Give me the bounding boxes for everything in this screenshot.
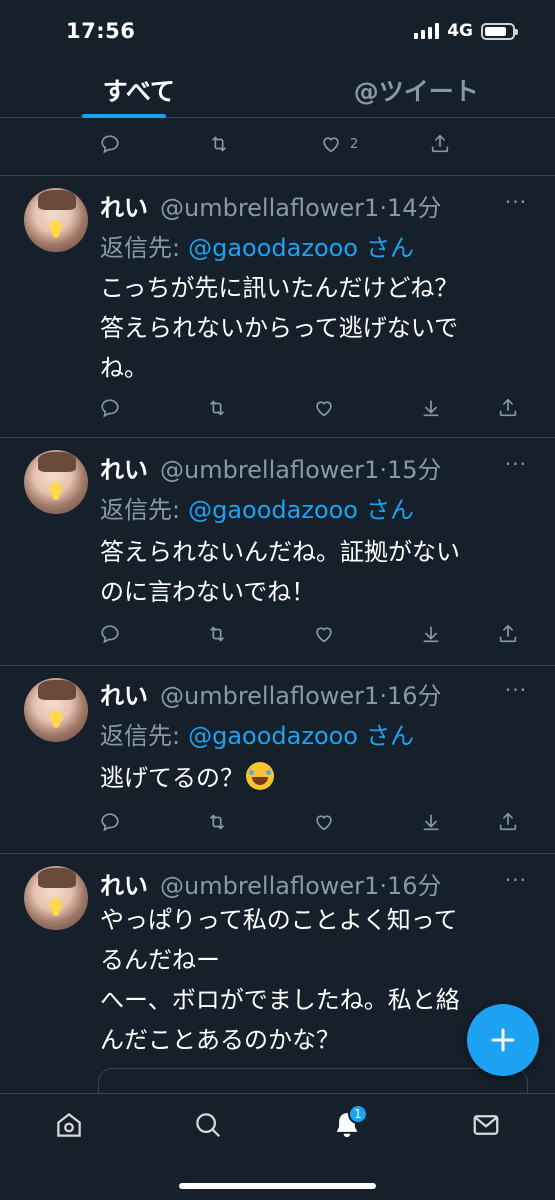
like-count: 2 bbox=[350, 136, 359, 152]
more-options-icon[interactable]: ··· bbox=[505, 678, 527, 702]
reply-icon[interactable] bbox=[99, 623, 121, 645]
home-icon bbox=[57, 1112, 81, 1137]
display-name: れい bbox=[100, 456, 148, 484]
user-handle: @umbrellaflower1 bbox=[160, 194, 380, 222]
reply-suffix: さん bbox=[366, 496, 414, 524]
like-icon bbox=[323, 137, 339, 153]
tweet-header: れい @umbrellaflower1 ·14分 bbox=[100, 188, 441, 223]
active-tab-indicator bbox=[82, 114, 166, 118]
compose-tweet-button[interactable] bbox=[467, 1004, 539, 1076]
retweet-icon[interactable] bbox=[206, 811, 228, 833]
tweet[interactable]: れい @umbrellaflower1 ·14分 ··· 返信先: @gaooda… bbox=[0, 176, 555, 437]
like-icon[interactable] bbox=[313, 397, 335, 419]
messages-tab[interactable] bbox=[471, 1110, 501, 1140]
tweet-header: れい @umbrellaflower1 ·16分 bbox=[100, 676, 441, 711]
reply-icon[interactable] bbox=[99, 811, 121, 833]
status-bar: 17:56 4G bbox=[0, 0, 555, 62]
notification-tabs: すべて @ツイート bbox=[0, 62, 555, 118]
tweet-header: れい @umbrellaflower1 ·15分 bbox=[100, 450, 441, 485]
download-icon[interactable] bbox=[420, 397, 442, 419]
compose-icon bbox=[491, 1028, 515, 1052]
reply-suffix: さん bbox=[366, 234, 414, 262]
reply-to: 返信先: @gaoodazooo さん bbox=[100, 490, 414, 525]
retweet-icon[interactable] bbox=[206, 397, 228, 419]
search-tab[interactable] bbox=[193, 1110, 223, 1140]
like-button[interactable]: 2 bbox=[320, 133, 358, 155]
avatar[interactable] bbox=[24, 188, 88, 252]
tab-mentions[interactable]: @ツイート bbox=[278, 62, 555, 117]
user-handle: @umbrellaflower1 bbox=[160, 872, 380, 900]
tweet-time: ·16分 bbox=[379, 872, 442, 900]
avatar[interactable] bbox=[24, 678, 88, 742]
tweet-text: 答えられないんだね。証拠がない のに言わないでね！ bbox=[100, 538, 460, 606]
more-options-icon[interactable]: ··· bbox=[505, 190, 527, 214]
share-icon[interactable] bbox=[497, 623, 519, 645]
tab-mentions-label: @ツイート bbox=[353, 76, 479, 106]
tweet[interactable]: れい @umbrellaflower1 ·15分 ··· 返信先: @gaooda… bbox=[0, 438, 555, 665]
tweet-text-content: 逃げてるの？ bbox=[100, 764, 244, 792]
search-icon bbox=[196, 1113, 221, 1138]
tab-all-label: すべて bbox=[102, 76, 175, 106]
tweet[interactable]: れい @umbrellaflower1 ·16分 ··· 返信先: @gaooda… bbox=[0, 666, 555, 853]
download-icon[interactable] bbox=[420, 811, 442, 833]
reply-suffix: さん bbox=[366, 722, 414, 750]
laughing-tears-emoji-icon bbox=[246, 762, 274, 790]
status-time: 17:56 bbox=[66, 19, 136, 43]
mail-icon bbox=[473, 1115, 499, 1135]
home-tab[interactable] bbox=[54, 1110, 84, 1140]
tweet-time: ·15分 bbox=[379, 456, 442, 484]
user-handle: @umbrellaflower1 bbox=[160, 456, 380, 484]
tweet-text: 逃げてるの？ bbox=[100, 758, 530, 798]
display-name: れい bbox=[100, 872, 148, 900]
tweet-time: ·14分 bbox=[379, 194, 442, 222]
display-name: れい bbox=[100, 194, 148, 222]
battery-icon bbox=[481, 22, 518, 40]
reply-prefix: 返信先: bbox=[100, 234, 181, 262]
reply-user-link[interactable]: @gaoodazooo bbox=[188, 722, 358, 750]
network-type: 4G bbox=[447, 21, 473, 41]
reply-icon[interactable] bbox=[99, 133, 121, 155]
status-indicators: 4G bbox=[414, 21, 518, 41]
avatar[interactable] bbox=[24, 450, 88, 514]
reply-to: 返信先: @gaoodazooo さん bbox=[100, 228, 414, 263]
like-icon[interactable] bbox=[313, 623, 335, 645]
tweet-header: れい @umbrellaflower1 ·16分 bbox=[100, 866, 441, 901]
share-icon[interactable] bbox=[429, 133, 451, 155]
tweet-text: こっちが先に訊いたんだけどね？ 答えられないからって逃げないで ね。 bbox=[100, 274, 459, 382]
user-handle: @umbrellaflower1 bbox=[160, 682, 380, 710]
notifications-tab[interactable]: 1 bbox=[332, 1104, 368, 1140]
notification-badge: 1 bbox=[348, 1104, 368, 1124]
retweet-icon[interactable] bbox=[208, 133, 230, 155]
signal-icon bbox=[414, 23, 440, 39]
tweet-time: ·16分 bbox=[379, 682, 442, 710]
share-icon[interactable] bbox=[497, 397, 519, 419]
download-icon[interactable] bbox=[420, 623, 442, 645]
display-name: れい bbox=[100, 682, 148, 710]
reply-user-link[interactable]: @gaoodazooo bbox=[188, 496, 358, 524]
reply-to: 返信先: @gaoodazooo さん bbox=[100, 716, 414, 751]
more-options-icon[interactable]: ··· bbox=[505, 868, 527, 892]
more-options-icon[interactable]: ··· bbox=[505, 452, 527, 476]
home-indicator bbox=[179, 1183, 376, 1189]
reply-icon[interactable] bbox=[99, 397, 121, 419]
like-icon[interactable] bbox=[313, 811, 335, 833]
tweet-text: やっぱりって私のことよく知って るんだねー へー、ボロがでましたね。私と絡 んだ… bbox=[100, 906, 460, 1054]
bottom-navigation: 1 bbox=[0, 1093, 555, 1200]
reply-user-link[interactable]: @gaoodazooo bbox=[188, 234, 358, 262]
reply-prefix: 返信先: bbox=[100, 496, 181, 524]
reply-prefix: 返信先: bbox=[100, 722, 181, 750]
share-icon[interactable] bbox=[497, 811, 519, 833]
retweet-icon[interactable] bbox=[206, 623, 228, 645]
tab-all[interactable]: すべて bbox=[0, 62, 278, 118]
avatar[interactable] bbox=[24, 866, 88, 930]
